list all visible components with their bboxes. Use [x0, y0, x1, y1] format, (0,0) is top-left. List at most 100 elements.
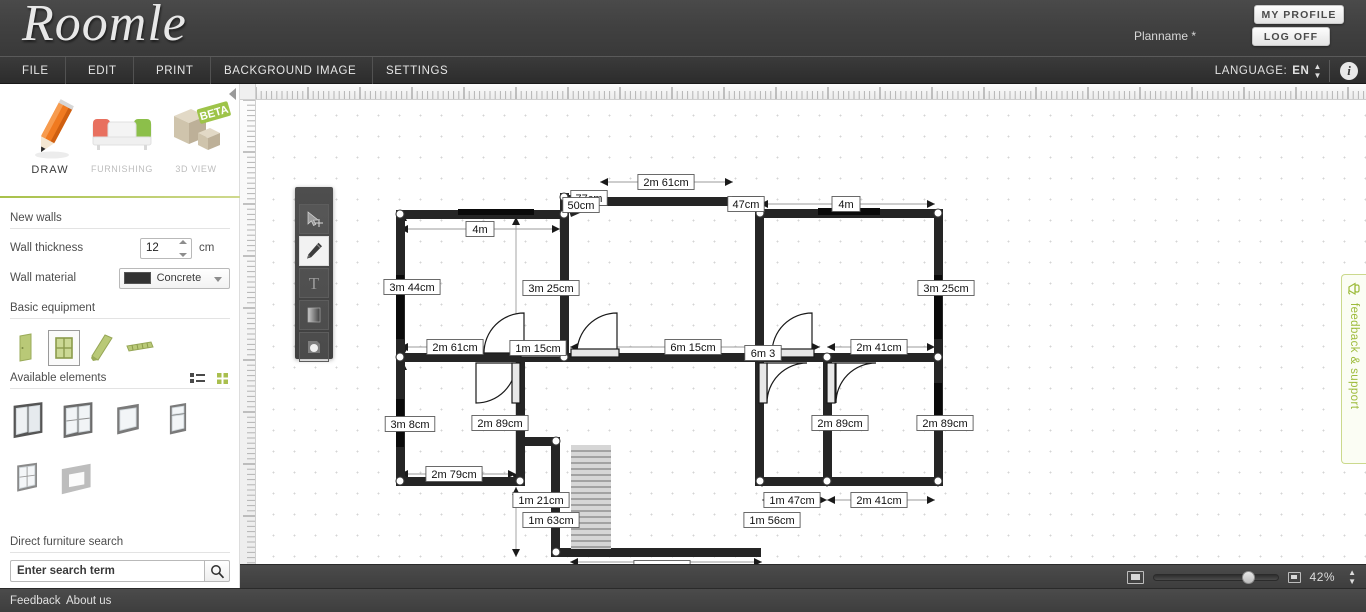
object-shape-icon — [308, 341, 321, 353]
search-icon — [210, 564, 224, 578]
chevron-down-icon — [214, 276, 222, 282]
canvas-toolstrip: T — [295, 187, 333, 362]
wall-thickness-label: Wall thickness — [10, 242, 84, 254]
mode-furnishing[interactable]: FURNISHING — [84, 92, 160, 174]
dimension-label-text: 2m 89cm — [817, 418, 862, 430]
material-color-swatch — [123, 272, 151, 284]
basic-equipment-list — [10, 326, 230, 366]
footer-link-feedback[interactable]: Feedback — [10, 589, 61, 612]
dimension-label-text: 2m 61cm — [643, 177, 688, 189]
equipment-stairs[interactable] — [86, 330, 118, 366]
log-off-button[interactable]: LOG OFF — [1252, 27, 1330, 46]
zoom-small-icon[interactable] — [1287, 571, 1301, 583]
dimension-label-text: 1m 15cm — [515, 343, 560, 355]
dimension-label-text: 4m — [472, 224, 487, 236]
dimension-label-text: 50cm — [568, 200, 595, 212]
search-button[interactable] — [204, 560, 230, 582]
svg-text:BETA: BETA — [198, 104, 229, 124]
menu-item-edit[interactable]: EDIT — [72, 57, 134, 85]
element-single-window[interactable] — [110, 399, 146, 443]
element-transom-window[interactable] — [160, 399, 196, 443]
zoom-slider-knob[interactable] — [1241, 570, 1255, 584]
zoom-slider[interactable] — [1152, 570, 1279, 584]
dimension-label-text: 1m 56cm — [749, 515, 794, 527]
feedback-support-label: feedback & support — [1348, 303, 1360, 410]
app-header: Roomle Planname * MY PROFILE LOG OFF — [0, 0, 1366, 56]
feedback-support-tab[interactable]: feedback & support — [1341, 274, 1366, 464]
elements-grid — [10, 399, 230, 501]
menu-item-settings[interactable]: SETTINGS — [370, 57, 464, 85]
left-sidebar: DRAW FURNISHING BETA 3D VIEW New walls W… — [0, 84, 240, 588]
dimension-label-text: 2m 79cm — [431, 469, 476, 481]
text-tool[interactable]: T — [299, 268, 329, 298]
wall-thickness-stepper[interactable] — [140, 237, 192, 259]
menu-divider — [1329, 60, 1330, 82]
wall-tool[interactable] — [299, 300, 329, 330]
equipment-window[interactable] — [48, 330, 80, 366]
draw-pencil-tool[interactable] — [299, 236, 329, 266]
available-elements-header: Available elements — [10, 372, 230, 389]
roomle-app: Roomle Planname * MY PROFILE LOG OFF FIL… — [0, 0, 1366, 612]
grid-view-icon[interactable] — [215, 372, 230, 384]
footer-link-about-us[interactable]: About us — [66, 589, 111, 612]
menu-item-print[interactable]: PRINT — [140, 57, 211, 85]
vertical-ruler — [240, 100, 256, 564]
dimension-label-text: 2m 89cm — [922, 418, 967, 430]
mode-3d-view[interactable]: BETA 3D VIEW — [158, 92, 234, 174]
wall-material-value: Concrete — [156, 272, 202, 284]
plan-viewport[interactable]: 2m 61cm77cm50cm47cm4m4m3m 44cm3m 25cm3m … — [257, 101, 1366, 564]
dimension-label-text: 6m 15cm — [670, 342, 715, 354]
zoom-stepper-icon[interactable]: ▲ ▼ — [1348, 568, 1356, 586]
available-elements-section: Available elements — [10, 372, 230, 501]
megaphone-icon — [1347, 282, 1360, 296]
my-profile-button[interactable]: MY PROFILE — [1254, 5, 1344, 24]
element-double-window[interactable] — [60, 399, 96, 443]
chevron-updown-icon: ▲ ▼ — [1313, 61, 1322, 80]
wall-material-row: Wall material Concrete — [10, 266, 230, 290]
furniture-search-section: Direct furniture search — [10, 536, 230, 582]
equipment-railing[interactable] — [124, 330, 156, 366]
zoom-level-value: 42% — [1309, 570, 1336, 584]
wall-block-icon — [307, 307, 321, 323]
cubes-icon: BETA — [158, 92, 234, 162]
list-view-icon[interactable] — [190, 372, 205, 384]
search-input[interactable] — [10, 560, 204, 582]
object-tool[interactable] — [299, 332, 329, 362]
element-sliding-window[interactable] — [10, 399, 46, 443]
dimension-label-text: 3m 44cm — [389, 282, 434, 294]
wall-material-select[interactable]: Concrete — [118, 267, 230, 289]
mode-draw-label: DRAW — [31, 164, 69, 176]
language-value: EN — [1292, 65, 1310, 77]
horizontal-ruler — [256, 84, 1366, 100]
mode-furnishing-label: FURNISHING — [91, 164, 153, 174]
stepper-arrows-icon[interactable] — [179, 239, 190, 257]
dimension-label-text: 3m 8cm — [390, 419, 429, 431]
new-walls-section: New walls Wall thickness cm Wall materia… — [10, 212, 230, 296]
pencil-icon — [12, 92, 88, 162]
menu-item-background-image[interactable]: BACKGROUND IMAGE — [208, 57, 374, 85]
element-grid-window[interactable] — [10, 457, 46, 501]
equipment-door[interactable] — [10, 330, 42, 366]
sofa-icon — [84, 92, 160, 162]
basic-equipment-title: Basic equipment — [10, 302, 230, 319]
select-move-tool[interactable] — [299, 204, 329, 234]
ruler-corner — [240, 84, 256, 100]
info-icon[interactable]: i — [1340, 62, 1358, 80]
main-menu-bar: FILE EDIT PRINT BACKGROUND IMAGE SETTING… — [0, 56, 1366, 85]
available-elements-title: Available elements — [10, 372, 107, 384]
dimension-label-text: 2m 41cm — [856, 495, 901, 507]
language-selector[interactable]: LANGUAGE: EN ▲ ▼ — [1215, 57, 1322, 85]
windows — [396, 208, 942, 447]
wall-thickness-row: Wall thickness cm — [10, 236, 230, 260]
menu-item-file[interactable]: FILE — [6, 57, 66, 85]
plan-name-label: Planname * — [1133, 29, 1196, 43]
element-wall-opening[interactable] — [60, 457, 96, 501]
text-icon: T — [309, 274, 320, 292]
dimension-label-text: 2m 61cm — [432, 342, 477, 354]
mode-draw[interactable]: DRAW — [12, 92, 88, 176]
dimension-label-text: 1m 63cm — [528, 515, 573, 527]
floor-plan-drawing[interactable]: 2m 61cm77cm50cm47cm4m4m3m 44cm3m 25cm3m … — [257, 101, 1366, 564]
furniture-search-title: Direct furniture search — [10, 536, 230, 553]
zoom-fit-icon[interactable] — [1126, 570, 1144, 584]
dimension-label-text: 47cm — [733, 199, 760, 211]
